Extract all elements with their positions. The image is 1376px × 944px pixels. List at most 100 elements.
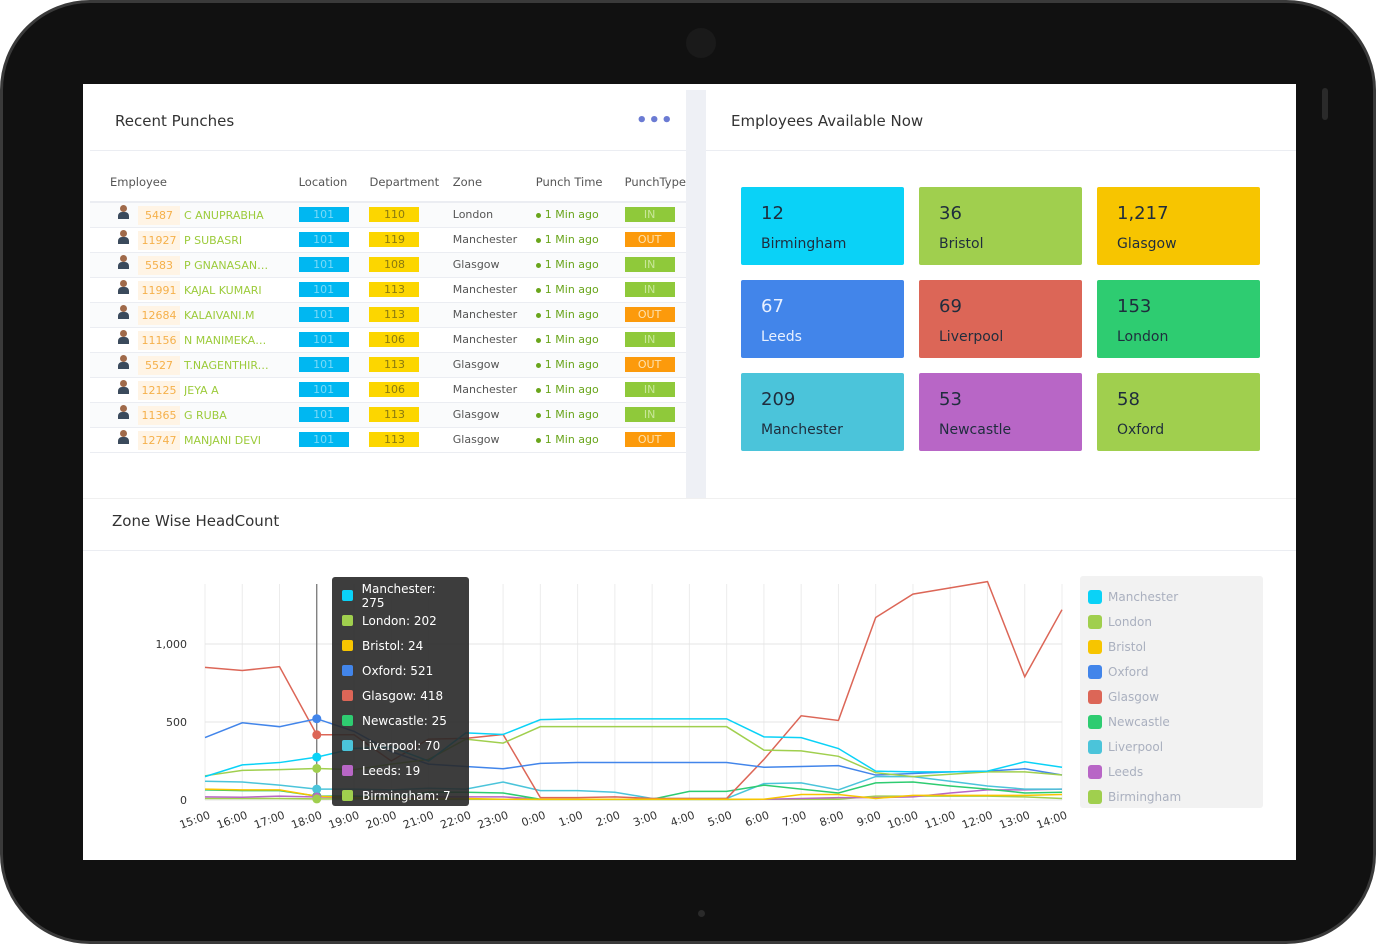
table-row[interactable]: 12684 KALAIVANI.M 101 113 Manchester 1 Mi… xyxy=(90,302,686,328)
employee-name[interactable]: KAJAL KUMARI xyxy=(184,284,272,297)
department-badge: 106 xyxy=(369,332,420,347)
employee-id: 12684 xyxy=(138,305,180,325)
x-tick-label: 9:00 xyxy=(855,809,883,830)
employee-name[interactable]: C ANUPRABHA xyxy=(184,209,272,222)
table-row[interactable]: 11365 G RUBA 101 113 Glasgow 1 Min ago IN xyxy=(90,402,686,428)
column-header[interactable]: Punch Time xyxy=(535,162,625,203)
column-header[interactable]: Location xyxy=(298,162,370,203)
employee-name[interactable]: P SUBASRI xyxy=(184,234,272,247)
x-tick-label: 23:00 xyxy=(476,809,510,832)
location-badge: 101 xyxy=(298,207,349,223)
avatar-icon xyxy=(118,354,129,369)
punch-time: 1 Min ago xyxy=(535,277,625,303)
tooltip-text: Bristol: 24 xyxy=(362,638,424,653)
x-tick-label: 5:00 xyxy=(706,809,734,830)
x-tick-label: 13:00 xyxy=(998,809,1032,832)
table-row[interactable]: 11156 N MANIMEKALAI 101 106 Manchester 1 … xyxy=(90,327,686,353)
zone-tile-manchester[interactable]: 209 Manchester xyxy=(741,373,904,451)
department-badge: 119 xyxy=(369,232,420,247)
employee-name[interactable]: P GNANASANK... xyxy=(184,259,272,272)
punch-time: 1 Min ago xyxy=(535,327,625,353)
headcount-line-chart[interactable]: 15:00 16:00 17:00 18:00 19:00 20:00 21:00 22:00… xyxy=(143,564,1143,854)
swatch-icon xyxy=(1088,664,1102,679)
status-dot-icon xyxy=(535,312,541,318)
column-header[interactable]: Department xyxy=(369,162,453,203)
punches-table: Employee Location Department Zone Punch Time… xyxy=(90,162,686,453)
legend-item-oxford[interactable]: Oxford xyxy=(1088,659,1255,684)
zone-tile-liverpool[interactable]: 69 Liverpool xyxy=(919,280,1082,358)
panel-gap xyxy=(686,90,706,498)
zone-tile-london[interactable]: 153 London xyxy=(1097,280,1260,358)
tile-count: 67 xyxy=(761,296,784,317)
zone-tile-leeds[interactable]: 67 Leeds xyxy=(741,280,904,358)
table-row[interactable]: 11927 P SUBASRI 101 119 Manchester 1 Min … xyxy=(90,227,686,253)
zone-tile-glasgow[interactable]: 1,217 Glasgow xyxy=(1097,187,1260,265)
legend-label: Bristol xyxy=(1108,639,1147,654)
table-row[interactable]: 11991 KAJAL KUMARI 101 113 Manchester 1 M… xyxy=(90,277,686,303)
table-row[interactable]: 12125 JEYA A 101 106 Manchester 1 Min ago… xyxy=(90,377,686,403)
swatch-icon xyxy=(342,740,353,751)
x-tick-label: 17:00 xyxy=(252,809,286,832)
legend-item-manchester[interactable]: Manchester xyxy=(1088,584,1255,609)
column-header[interactable]: Zone xyxy=(452,162,536,203)
department-badge: 113 xyxy=(369,357,420,372)
department-badge: 108 xyxy=(369,257,420,272)
punch-time-text: 1 Min ago xyxy=(544,383,599,396)
employee-name[interactable]: KALAIVANI.M xyxy=(184,309,272,322)
zone-tile-newcastle[interactable]: 53 Newcastle xyxy=(919,373,1082,451)
zone: Glasgow xyxy=(452,427,536,453)
x-tick-label: 3:00 xyxy=(631,809,659,830)
x-tick-label: 20:00 xyxy=(364,809,398,832)
more-options-icon[interactable]: ••• xyxy=(636,110,674,131)
tile-zone: Manchester xyxy=(761,422,843,438)
tooltip-row: Birmingham: 7 xyxy=(342,783,459,808)
legend-item-liverpool[interactable]: Liverpool xyxy=(1088,734,1255,759)
status-dot-icon xyxy=(535,337,541,343)
swatch-icon xyxy=(1088,689,1102,704)
punch-type-badge: OUT xyxy=(624,232,675,247)
zone-tile-oxford[interactable]: 58 Oxford xyxy=(1097,373,1260,451)
table-row[interactable]: 5583 P GNANASANK... 101 108 Glasgow 1 Min… xyxy=(90,252,686,278)
tile-count: 209 xyxy=(761,389,796,410)
punch-time: 1 Min ago xyxy=(535,202,625,228)
x-tick-label: 18:00 xyxy=(290,809,324,832)
legend-label: Manchester xyxy=(1108,589,1179,604)
legend-item-newcastle[interactable]: Newcastle xyxy=(1088,709,1255,734)
tile-zone: Oxford xyxy=(1117,422,1165,438)
table-row[interactable]: 5527 T.NAGENTHIRAN 101 113 Glasgow 1 Min … xyxy=(90,352,686,378)
employee-name[interactable]: MANJANI DEVI xyxy=(184,434,272,447)
x-tick-label: 2:00 xyxy=(594,809,622,830)
legend-item-london[interactable]: London xyxy=(1088,609,1255,634)
table-row[interactable]: 12747 MANJANI DEVI 101 113 Glasgow 1 Min … xyxy=(90,427,686,453)
avatar-icon xyxy=(118,204,129,219)
tile-zone: Bristol xyxy=(939,236,984,252)
avatar-icon xyxy=(118,304,129,319)
legend-item-leeds[interactable]: Leeds xyxy=(1088,759,1255,784)
table-row[interactable]: 5487 C ANUPRABHA 101 110 London 1 Min ago… xyxy=(90,202,686,228)
column-header[interactable]: Employee xyxy=(90,162,299,203)
punch-time: 1 Min ago xyxy=(535,252,625,278)
swatch-icon xyxy=(342,615,353,626)
punch-time: 1 Min ago xyxy=(535,302,625,328)
tooltip-text: Oxford: 521 xyxy=(362,663,434,678)
column-header[interactable]: PunchType xyxy=(624,162,686,203)
employee-id: 12125 xyxy=(138,380,180,400)
location-badge: 101 xyxy=(298,307,349,322)
employee-name[interactable]: T.NAGENTHIRAN xyxy=(184,359,272,372)
zone: Glasgow xyxy=(452,402,536,428)
status-dot-icon xyxy=(535,212,541,218)
legend-item-bristol[interactable]: Bristol xyxy=(1088,634,1255,659)
legend-item-birmingham[interactable]: Birmingham xyxy=(1088,784,1255,809)
punch-type-badge: OUT xyxy=(624,357,675,372)
location-badge: 101 xyxy=(298,232,349,247)
employee-name[interactable]: G RUBA xyxy=(184,409,272,422)
tile-count: 58 xyxy=(1117,389,1140,410)
zone-tile-birmingham[interactable]: 12 Birmingham xyxy=(741,187,904,265)
legend-item-glasgow[interactable]: Glasgow xyxy=(1088,684,1255,709)
employee-name[interactable]: N MANIMEKALAI xyxy=(184,334,272,347)
employee-name[interactable]: JEYA A xyxy=(184,384,272,397)
employee-id: 11927 xyxy=(138,230,180,250)
swatch-icon xyxy=(1088,739,1102,754)
zone-tile-bristol[interactable]: 36 Bristol xyxy=(919,187,1082,265)
department-badge: 110 xyxy=(369,207,420,223)
